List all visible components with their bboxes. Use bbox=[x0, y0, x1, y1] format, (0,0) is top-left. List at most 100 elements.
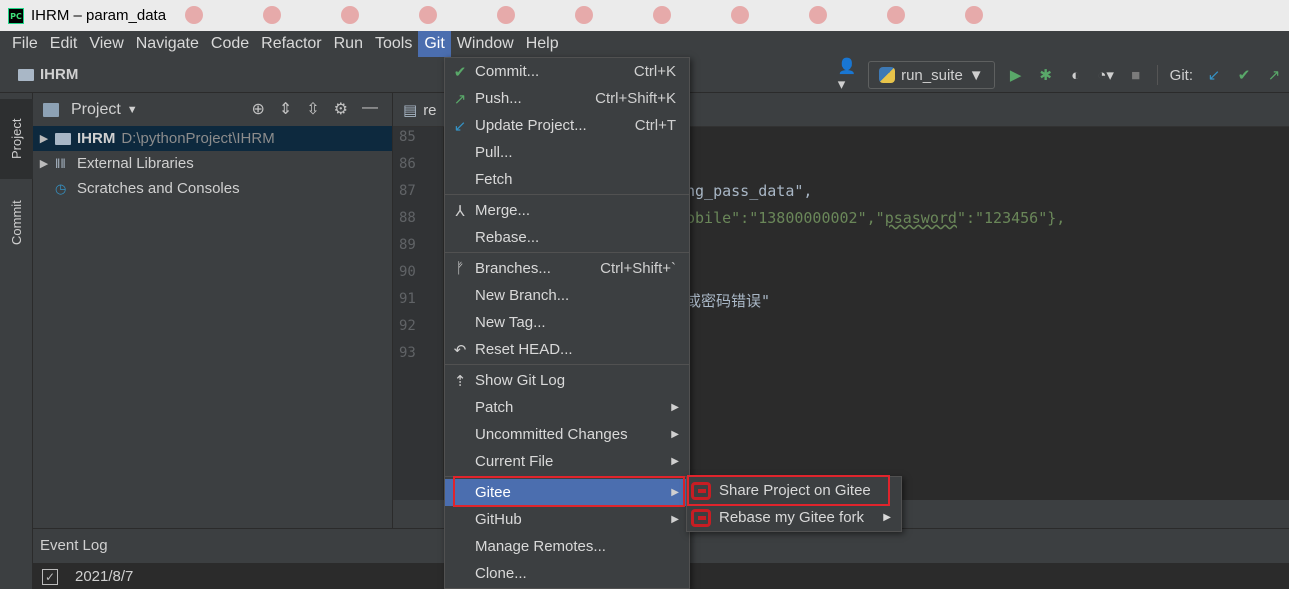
tree-row-ihrm[interactable]: ▶ IHRM D:\pythonProject\IHRM bbox=[33, 126, 392, 151]
folder-icon bbox=[18, 68, 34, 81]
git-menu-github[interactable]: GitHub ▶ bbox=[445, 506, 689, 533]
git-menu-new-tag[interactable]: New Tag... bbox=[445, 309, 689, 336]
editor-tab-label: re bbox=[423, 101, 437, 119]
mark-read-checkbox-icon[interactable]: ✓ bbox=[42, 568, 58, 585]
line-number: 88 bbox=[399, 210, 416, 226]
tool-tab-commit-label: Commit bbox=[9, 200, 24, 246]
project-panel: Project ▼ ⊕ ⇕ ⇳ ⚙ — ▶ IHRM D:\pythonProj… bbox=[33, 93, 393, 528]
project-panel-actions: ⊕ ⇕ ⇳ ⚙ — bbox=[251, 99, 378, 119]
gitee-rebase-fork[interactable]: Rebase my Gitee fork ▶ bbox=[687, 504, 901, 531]
tree-row-scratches[interactable]: ◷ Scratches and Consoles bbox=[33, 176, 392, 201]
menu-separator bbox=[445, 252, 689, 253]
menu-refactor[interactable]: Refactor bbox=[255, 31, 327, 57]
line-number: 87 bbox=[399, 183, 416, 199]
git-menu-rebase[interactable]: Rebase... bbox=[445, 224, 689, 251]
menu-item-label: Clone... bbox=[475, 565, 527, 582]
git-menu-reset-head[interactable]: ↶ Reset HEAD... bbox=[445, 336, 689, 363]
profile-icon[interactable]: ◔▾ bbox=[1097, 66, 1115, 84]
git-menu-pull[interactable]: Pull... bbox=[445, 139, 689, 166]
tool-tab-commit[interactable]: Commit bbox=[0, 188, 33, 258]
project-panel-title[interactable]: Project bbox=[71, 101, 121, 119]
collapse-all-icon[interactable]: ⇳ bbox=[306, 99, 319, 119]
run-icon[interactable]: ▶ bbox=[1007, 66, 1025, 84]
menu-code[interactable]: Code bbox=[205, 31, 255, 57]
tree-item-name: IHRM bbox=[77, 130, 116, 147]
menu-item-label: Reset HEAD... bbox=[475, 341, 573, 358]
tab-favicon-icon bbox=[185, 6, 203, 24]
menu-separator bbox=[445, 364, 689, 365]
pycharm-app-icon: PC bbox=[8, 7, 24, 24]
menu-item-shortcut: Ctrl+Shift+K bbox=[595, 90, 676, 107]
git-menu-show-git-log[interactable]: ⇡ Show Git Log bbox=[445, 367, 689, 394]
line-number: 93 bbox=[399, 345, 416, 361]
git-menu-push[interactable]: ↗ Push... Ctrl+Shift+K bbox=[445, 85, 689, 112]
tab-favicon-icon bbox=[497, 6, 515, 24]
tab-favicon-icon bbox=[341, 6, 359, 24]
gear-icon[interactable]: ⚙ bbox=[334, 99, 348, 119]
git-menu-manage-remotes[interactable]: Manage Remotes... bbox=[445, 533, 689, 560]
menu-item-shortcut: Ctrl+Shift+` bbox=[600, 260, 676, 277]
git-menu-patch[interactable]: Patch ▶ bbox=[445, 394, 689, 421]
tab-favicon-icon bbox=[575, 6, 593, 24]
submenu-arrow-icon: ▶ bbox=[883, 512, 891, 523]
menu-view[interactable]: View bbox=[83, 31, 129, 57]
menu-window[interactable]: Window bbox=[451, 31, 520, 57]
menu-edit[interactable]: Edit bbox=[44, 31, 84, 57]
git-menu-clone[interactable]: Clone... bbox=[445, 560, 689, 587]
minimize-icon[interactable]: — bbox=[362, 99, 378, 119]
update-arrow-icon: ↙ bbox=[453, 117, 467, 135]
git-menu-new-branch[interactable]: New Branch... bbox=[445, 282, 689, 309]
toolbar-right: 👤▾ run_suite ▼ ▶ ✱ ◐ ◔▾ ■ Git: ↙ ✔ ↗ bbox=[838, 58, 1289, 93]
menu-bar: File Edit View Navigate Code Refactor Ru… bbox=[0, 31, 1289, 57]
tool-tab-project[interactable]: Project bbox=[0, 99, 33, 179]
run-config-select[interactable]: run_suite ▼ bbox=[868, 61, 995, 89]
locate-icon[interactable]: ⊕ bbox=[251, 99, 264, 119]
tab-favicon-icon bbox=[263, 6, 281, 24]
menu-item-label: Rebase... bbox=[475, 229, 540, 246]
push-arrow-icon[interactable]: ↗ bbox=[1265, 66, 1283, 84]
menu-file[interactable]: File bbox=[6, 31, 44, 57]
git-menu-uncommitted-changes[interactable]: Uncommitted Changes ▶ bbox=[445, 421, 689, 448]
submenu-arrow-icon: ▶ bbox=[671, 429, 679, 440]
code-line-91: 或密码错误" bbox=[686, 292, 771, 310]
chevron-down-icon[interactable]: ▼ bbox=[127, 104, 138, 116]
menu-navigate[interactable]: Navigate bbox=[130, 31, 205, 57]
git-menu-branches[interactable]: ᚠ Branches... Ctrl+Shift+` bbox=[445, 255, 689, 282]
stop-icon[interactable]: ■ bbox=[1127, 66, 1145, 84]
menu-git[interactable]: Git bbox=[418, 31, 451, 57]
undo-icon: ↶ bbox=[453, 341, 467, 359]
git-menu-current-file[interactable]: Current File ▶ bbox=[445, 448, 689, 475]
debug-bug-icon[interactable]: ✱ bbox=[1037, 66, 1055, 84]
user-icon[interactable]: 👤▾ bbox=[838, 58, 857, 93]
line-number: 89 bbox=[399, 237, 416, 253]
editor-tab[interactable]: ▤ re bbox=[403, 101, 437, 120]
expand-arrow-icon[interactable]: ▶ bbox=[33, 132, 55, 145]
menu-tools[interactable]: Tools bbox=[369, 31, 418, 57]
python-icon bbox=[879, 67, 896, 83]
menu-run[interactable]: Run bbox=[328, 31, 369, 57]
annotation-highlight-box bbox=[687, 475, 890, 506]
expand-all-icon[interactable]: ⇕ bbox=[279, 99, 292, 119]
coverage-icon[interactable]: ◐ bbox=[1067, 66, 1085, 84]
menu-help[interactable]: Help bbox=[520, 31, 565, 57]
breadcrumb-project: IHRM bbox=[40, 66, 79, 83]
menu-item-label: Branches... bbox=[475, 260, 551, 277]
tree-row-external-libraries[interactable]: ▶ ‖‖ External Libraries bbox=[33, 151, 392, 176]
menu-item-label: Show Git Log bbox=[475, 372, 566, 389]
background-browser-tabs bbox=[185, 6, 1249, 26]
git-menu-update-project[interactable]: ↙ Update Project... Ctrl+T bbox=[445, 112, 689, 139]
menu-item-label: Push... bbox=[475, 90, 522, 107]
tab-favicon-icon bbox=[887, 6, 905, 24]
update-arrow-icon[interactable]: ↙ bbox=[1205, 66, 1223, 84]
push-arrow-icon: ↗ bbox=[453, 90, 467, 108]
scratches-icon: ◷ bbox=[55, 180, 67, 196]
git-log-icon: ⇡ bbox=[453, 372, 467, 390]
git-menu-merge[interactable]: ⅄ Merge... bbox=[445, 197, 689, 224]
breadcrumb[interactable]: IHRM bbox=[18, 66, 78, 83]
library-icon: ‖‖ bbox=[55, 156, 66, 171]
commit-check-icon[interactable]: ✔ bbox=[1235, 66, 1253, 84]
expand-arrow-icon[interactable]: ▶ bbox=[33, 157, 55, 170]
git-menu-commit[interactable]: ✔ Commit... Ctrl+K bbox=[445, 58, 689, 85]
git-menu-fetch[interactable]: Fetch bbox=[445, 166, 689, 193]
submenu-arrow-icon: ▶ bbox=[671, 514, 679, 525]
